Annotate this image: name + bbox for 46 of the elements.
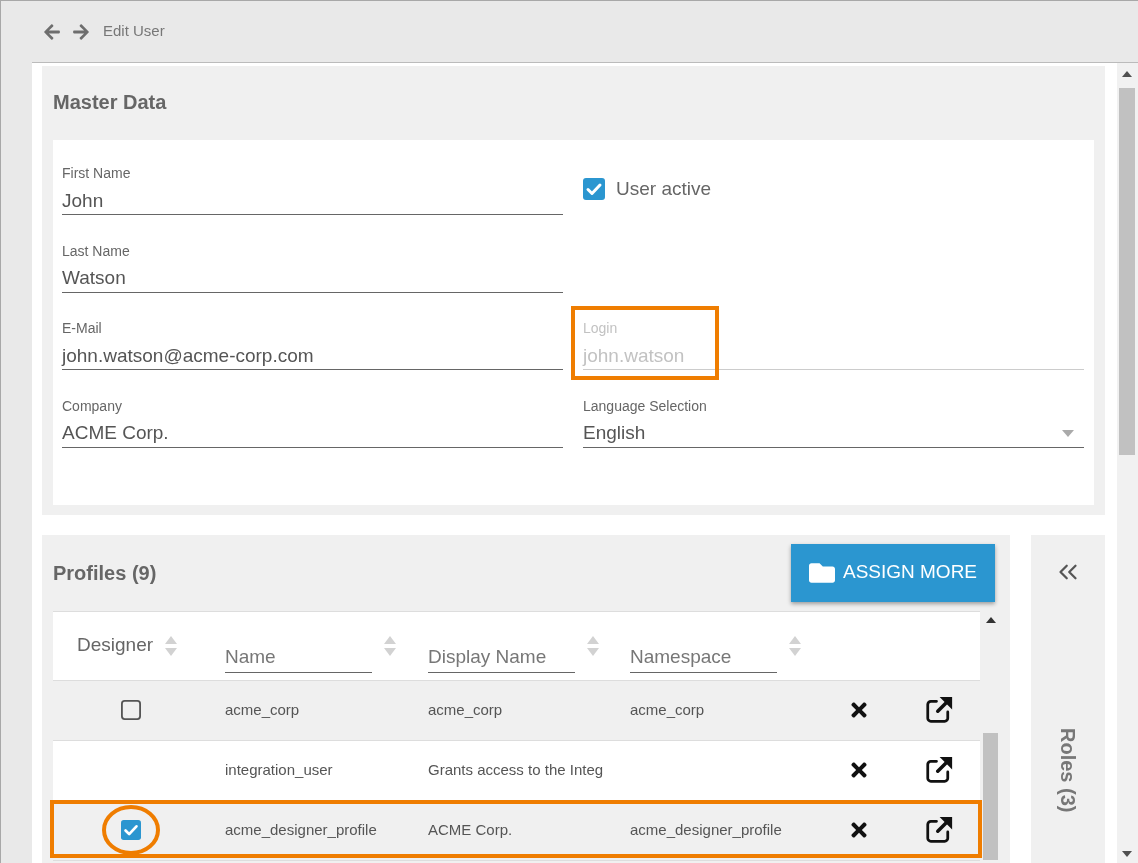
table-cell-text: ACME Corp. xyxy=(428,819,513,840)
external-link-icon[interactable] xyxy=(923,815,954,845)
triangle-down-icon[interactable] xyxy=(1122,851,1132,857)
section-title: Profiles (9) xyxy=(53,560,157,585)
panel-title: Roles (3) xyxy=(1056,727,1080,812)
field-label: First Name xyxy=(62,165,132,181)
table-cell-text: acme_designer_profile xyxy=(630,819,782,840)
column-header: Designer xyxy=(77,633,154,658)
table-cell-text: integration_user xyxy=(225,759,333,780)
checkbox[interactable] xyxy=(121,820,141,840)
arrow-left-icon[interactable] xyxy=(43,22,61,41)
text-field[interactable]: Watson xyxy=(62,264,563,293)
table-cell-text: Grants access to the Integ xyxy=(428,759,604,780)
triangle-up-icon[interactable] xyxy=(1122,71,1132,77)
text-field[interactable]: John xyxy=(62,187,563,215)
external-link-icon[interactable] xyxy=(923,755,954,785)
triangle-up-icon[interactable] xyxy=(986,616,996,623)
field-label: Login xyxy=(583,320,619,336)
filter-field[interactable]: Namespace xyxy=(630,642,777,673)
table-row[interactable]: acme_designer_profile ACME Corp. acme_designer_profile xyxy=(53,800,980,861)
field-label: Last Name xyxy=(62,242,131,259)
table-cell-text: acme_designer_profile xyxy=(225,819,377,840)
external-link-icon[interactable] xyxy=(923,695,954,725)
scrollbar-thumb[interactable] xyxy=(983,732,998,860)
field-label: Language Selection xyxy=(583,397,708,414)
select-field[interactable]: English xyxy=(583,419,1084,448)
filter-field[interactable]: Name xyxy=(225,642,372,673)
caret-icon[interactable] xyxy=(1062,429,1074,437)
table-cell-text: acme_corp xyxy=(630,699,705,720)
filter-field[interactable]: Display Name xyxy=(428,642,575,673)
checkbox-label: User active xyxy=(616,178,712,200)
section-title: Master Data xyxy=(53,90,168,114)
collapsed-panel[interactable]: Roles (3) xyxy=(1031,534,1105,863)
text-field[interactable]: ACME Corp. xyxy=(62,419,563,448)
checkbox[interactable] xyxy=(121,700,141,720)
table-cell-text: acme_corp xyxy=(428,699,503,720)
checkbox[interactable] xyxy=(583,178,605,200)
scrollbar[interactable] xyxy=(1117,62,1138,863)
field-label: Company xyxy=(62,397,123,414)
page-title: Edit User xyxy=(103,21,165,42)
text-field[interactable]: john.watson@acme-corp.com xyxy=(62,342,563,370)
field-label: E-Mail xyxy=(62,320,103,336)
scrollbar-thumb[interactable] xyxy=(1119,88,1135,455)
arrow-right-icon[interactable] xyxy=(72,22,90,41)
table-cell-text: acme_corp xyxy=(225,699,300,720)
table-row[interactable]: integration_user Grants access to the Integ xyxy=(53,740,980,801)
